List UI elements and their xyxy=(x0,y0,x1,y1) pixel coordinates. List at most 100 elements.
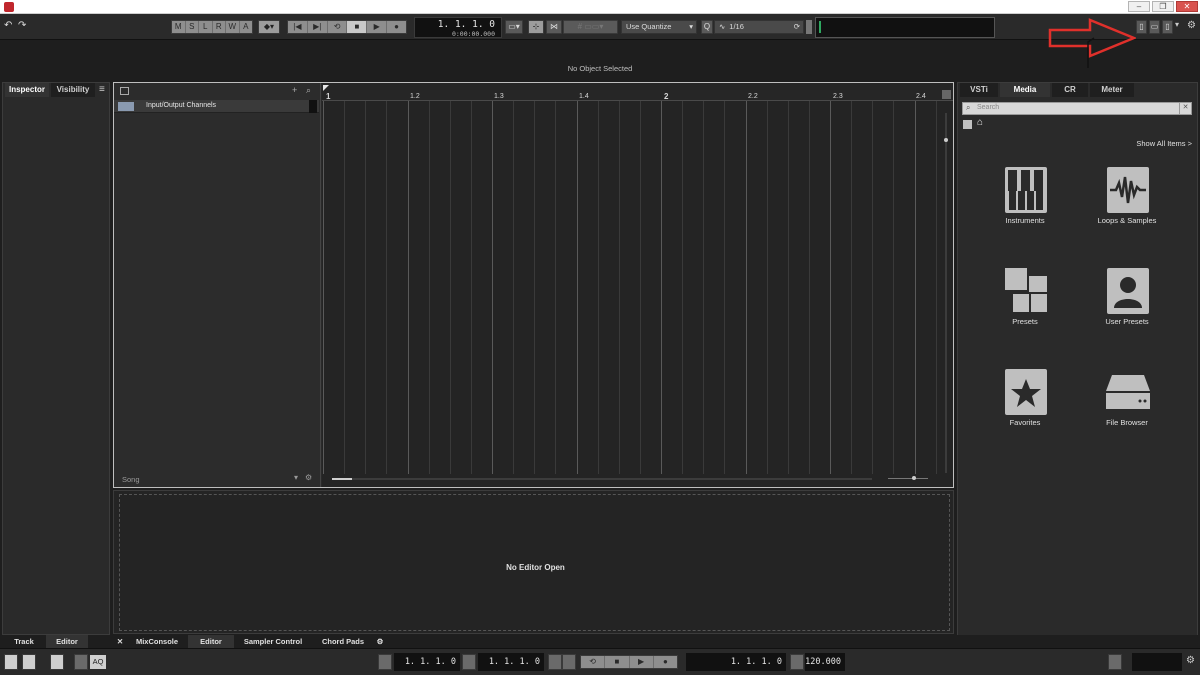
zone-tabs: Track Editor ✕ MixConsole Editor Sampler… xyxy=(0,635,1200,648)
tab-mixconsole[interactable]: MixConsole xyxy=(130,635,184,648)
add-track-icon[interactable]: + xyxy=(292,85,297,95)
tempo-display[interactable]: 120.000 xyxy=(805,653,845,671)
vertical-zoom-slider[interactable] xyxy=(944,113,948,473)
grid-type-dropdown[interactable]: # ▭▭▾ xyxy=(563,20,618,34)
grid-line xyxy=(323,101,324,474)
grid-line xyxy=(830,101,831,474)
tab-inspector[interactable]: Inspector xyxy=(5,83,49,97)
track-row[interactable]: Input/Output Channels xyxy=(114,100,319,113)
right-locator-display[interactable]: 1. 1. 1. 0 xyxy=(478,653,544,671)
display-format-button[interactable]: ▭▾ xyxy=(505,20,523,34)
ruler-options-icon[interactable] xyxy=(942,90,951,99)
stop-icon[interactable]: ■ xyxy=(605,656,630,668)
write-state-button[interactable]: W xyxy=(226,21,240,33)
track-name: Input/Output Channels xyxy=(146,102,217,109)
horizontal-zoom-slider[interactable] xyxy=(882,474,932,482)
goto-start-icon[interactable]: |◀ xyxy=(288,21,308,33)
find-track-icon[interactable]: ⌕ xyxy=(306,85,311,96)
tab-chord-pads[interactable]: Chord Pads xyxy=(314,635,372,648)
cycle-icon[interactable]: ⟲ xyxy=(328,21,348,33)
minimize-button[interactable]: – xyxy=(1128,1,1150,12)
left-locator-icon[interactable] xyxy=(323,85,329,91)
track-list-settings-icon[interactable] xyxy=(120,87,129,95)
mute-state-button[interactable]: M xyxy=(172,21,186,33)
autoscroll-button[interactable]: ◆▾ xyxy=(258,20,280,34)
left-locator-marker-icon[interactable] xyxy=(378,654,392,670)
record-icon[interactable]: ● xyxy=(654,656,677,668)
media-tile-presets[interactable]: Presets xyxy=(970,258,1080,348)
tab-sampler-control[interactable]: Sampler Control xyxy=(236,635,310,648)
transport-settings-icon[interactable]: ⚙ xyxy=(1186,655,1195,666)
auto-quantize-button[interactable]: AQ xyxy=(90,655,106,669)
show-all-items-link[interactable]: Show All Items > xyxy=(1098,139,1192,148)
media-tile-loops-samples[interactable]: Loops & Samples xyxy=(1072,157,1182,247)
listen-state-button[interactable]: L xyxy=(199,21,213,33)
cycle-icon[interactable]: ⟲ xyxy=(581,656,606,668)
grid-line xyxy=(429,101,430,474)
automation-state-button[interactable]: A xyxy=(240,21,253,33)
tab-vsti[interactable]: VSTi xyxy=(960,83,998,97)
record-icon[interactable]: ● xyxy=(387,21,406,33)
play-icon[interactable]: ▶ xyxy=(630,656,654,668)
menu-icon[interactable]: ≡ xyxy=(99,84,105,95)
quantize-type-dropdown[interactable]: Use Quantize ▾ xyxy=(621,20,697,34)
goto-end-icon[interactable]: ▶| xyxy=(308,21,328,33)
project-window: + ⌕ Input/Output Channels Song ▾ ⚙ 1 1.2… xyxy=(113,82,954,488)
close-button[interactable]: ✕ xyxy=(1176,1,1198,12)
grid-line xyxy=(682,101,683,474)
track-color-strip xyxy=(309,100,317,113)
snap-toggle-icon[interactable]: ⊹ xyxy=(528,20,544,34)
stop-icon[interactable]: ■ xyxy=(347,21,368,33)
settings-gear-icon[interactable]: ⚙ xyxy=(1187,20,1197,34)
clear-search-icon[interactable]: ✕ xyxy=(1179,103,1191,114)
record-mode-icon[interactable] xyxy=(4,654,18,670)
auto-quantize-toggle-icon[interactable] xyxy=(74,654,88,670)
tab-lower-editor[interactable]: Editor xyxy=(188,635,234,648)
click-toggle-icon[interactable] xyxy=(790,654,804,670)
tab-left-editor[interactable]: Editor xyxy=(46,635,88,648)
tab-cr[interactable]: CR xyxy=(1052,83,1088,97)
home-icon[interactable]: ⌂ xyxy=(977,117,983,128)
horizontal-scrollbar[interactable] xyxy=(332,478,872,480)
lower-zone-settings-icon[interactable]: ⚙ xyxy=(374,635,386,648)
quantize-menu-icon[interactable] xyxy=(806,20,812,34)
song-settings-icon[interactable]: ⚙ xyxy=(305,473,312,482)
control-room-icon[interactable] xyxy=(1108,654,1122,670)
media-tile-instruments[interactable]: Instruments xyxy=(970,157,1080,247)
close-lower-zone-icon[interactable]: ✕ xyxy=(114,635,126,648)
media-tile-favorites[interactable]: Favorites xyxy=(970,359,1080,449)
quantize-icon[interactable]: Q xyxy=(701,20,713,34)
undo-icon[interactable]: ↶ xyxy=(4,20,16,34)
locator-toggle-left-icon[interactable] xyxy=(548,654,562,670)
snap-type-icon[interactable]: ⋈ xyxy=(546,20,562,34)
restore-button[interactable]: ❐ xyxy=(1152,1,1174,12)
tab-visibility[interactable]: Visibility xyxy=(51,83,95,97)
position-display[interactable]: 1. 1. 1. 0 0:00:00.000 xyxy=(414,17,502,38)
song-dropdown-icon[interactable]: ▾ xyxy=(294,473,298,482)
media-search-field[interactable]: ⌕ Search ✕ xyxy=(962,102,1192,115)
solo-state-button[interactable]: S xyxy=(186,21,199,33)
play-icon[interactable]: ▶ xyxy=(367,21,388,33)
zone-menu-icon[interactable]: ▾ xyxy=(1175,20,1183,34)
event-display[interactable]: 1 1.2 1.3 1.4 2 2.2 2.3 2.4 xyxy=(322,83,953,487)
tab-meter[interactable]: Meter xyxy=(1090,83,1134,97)
read-state-button[interactable]: R xyxy=(213,21,226,33)
lower-zone-toggle-icon[interactable]: ▭ xyxy=(1149,20,1160,34)
punch-in-icon[interactable] xyxy=(22,654,36,670)
primary-time-display[interactable]: 1. 1. 1. 0 xyxy=(686,653,786,671)
back-icon[interactable] xyxy=(963,120,972,129)
redo-icon[interactable]: ↷ xyxy=(18,20,30,34)
right-zone: VSTi Media CR Meter ⌕ Search ✕ ⌂ Show Al… xyxy=(957,82,1198,647)
quantize-value-dropdown[interactable]: ∿ 1/16 ⟳ xyxy=(714,20,804,34)
left-locator-display[interactable]: 1. 1. 1. 0 xyxy=(394,653,460,671)
locator-toggle-right-icon[interactable] xyxy=(562,654,576,670)
right-zone-toggle-icon[interactable]: ▯ xyxy=(1162,20,1173,34)
left-zone-toggle-icon[interactable]: ▯ xyxy=(1136,20,1147,34)
tab-track[interactable]: Track xyxy=(4,635,44,648)
punch-point-icon[interactable] xyxy=(462,654,476,670)
grid-line xyxy=(534,101,535,474)
media-tile-user-presets[interactable]: User Presets xyxy=(1072,258,1182,348)
media-tile-file-browser[interactable]: File Browser xyxy=(1072,359,1182,449)
cycle-record-icon[interactable] xyxy=(50,654,64,670)
tab-media[interactable]: Media xyxy=(1000,83,1050,97)
